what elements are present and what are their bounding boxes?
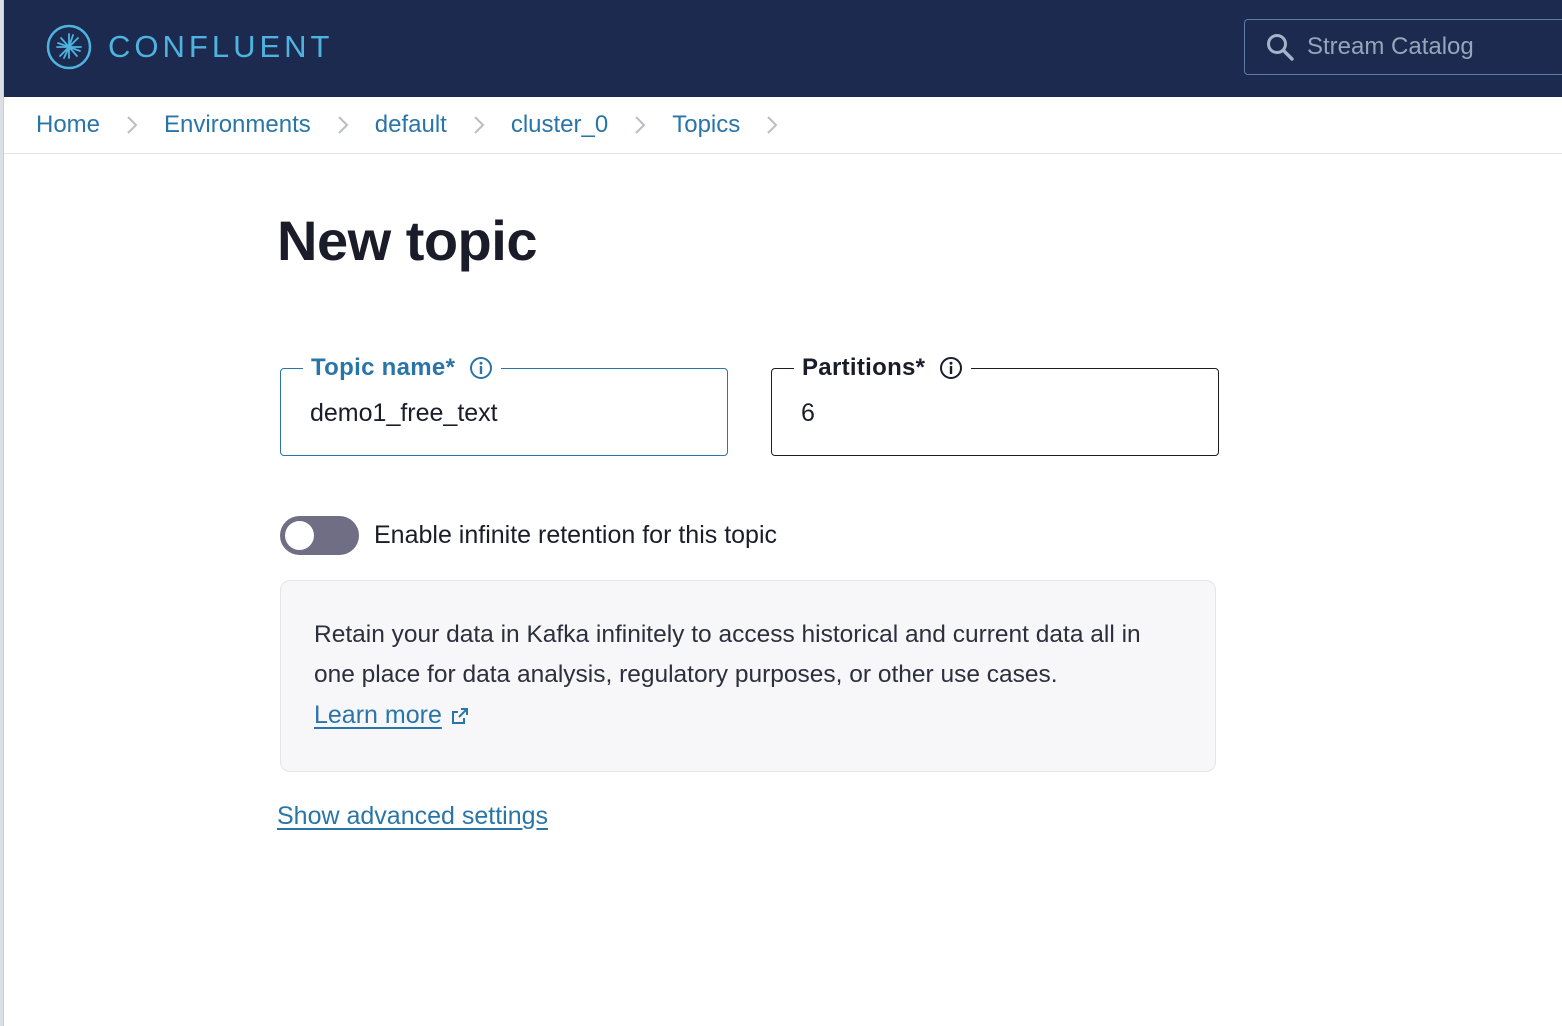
brand-name: CONFLUENT — [108, 29, 334, 64]
learn-more-link[interactable]: Learn more — [314, 701, 470, 730]
partitions-legend: Partitions* — [794, 353, 972, 383]
external-link-icon — [451, 707, 468, 724]
breadcrumb-topics[interactable]: Topics — [672, 111, 740, 139]
breadcrumb-default[interactable]: default — [375, 111, 447, 139]
breadcrumb: Home Environments default cluster_0 Topi… — [4, 97, 1562, 154]
breadcrumb-environments[interactable]: Environments — [164, 111, 311, 139]
brand[interactable]: CONFLUENT — [46, 23, 333, 71]
infinite-retention-toggle[interactable] — [280, 516, 359, 555]
chevron-right-icon — [338, 116, 349, 134]
retention-info-text: Retain your data in Kafka infinitely to … — [314, 621, 1141, 688]
page-title: New topic — [277, 209, 537, 272]
infinite-retention-row: Enable infinite retention for this topic — [280, 516, 777, 555]
topic-name-label: Topic name* — [311, 354, 456, 381]
partitions-label: Partitions* — [802, 354, 926, 381]
search-icon — [1267, 34, 1294, 61]
info-icon[interactable] — [469, 356, 493, 380]
breadcrumb-cluster[interactable]: cluster_0 — [511, 111, 608, 139]
partitions-input[interactable] — [801, 397, 1201, 429]
top-navigation-bar: CONFLUENT — [4, 0, 1562, 97]
infinite-retention-label: Enable infinite retention for this topic — [374, 521, 778, 549]
topic-name-input[interactable] — [310, 397, 710, 429]
chevron-right-icon — [127, 116, 138, 134]
chevron-right-icon — [474, 116, 485, 134]
partitions-field[interactable]: Partitions* — [771, 353, 1219, 456]
info-icon[interactable] — [939, 356, 963, 380]
search-input[interactable] — [1307, 33, 1562, 61]
chevron-right-icon — [635, 116, 646, 134]
breadcrumb-home[interactable]: Home — [36, 111, 100, 139]
topic-name-field[interactable]: Topic name* — [280, 353, 728, 456]
confluent-logo-icon — [46, 24, 92, 70]
stream-catalog-search[interactable] — [1244, 19, 1562, 75]
toggle-knob — [285, 521, 314, 550]
learn-more-label: Learn more — [314, 701, 442, 729]
chevron-right-icon — [767, 116, 778, 134]
topic-name-legend: Topic name* — [303, 353, 502, 383]
show-advanced-settings-link[interactable]: Show advanced settings — [277, 802, 548, 831]
retention-info-box: Retain your data in Kafka infinitely to … — [280, 580, 1216, 772]
